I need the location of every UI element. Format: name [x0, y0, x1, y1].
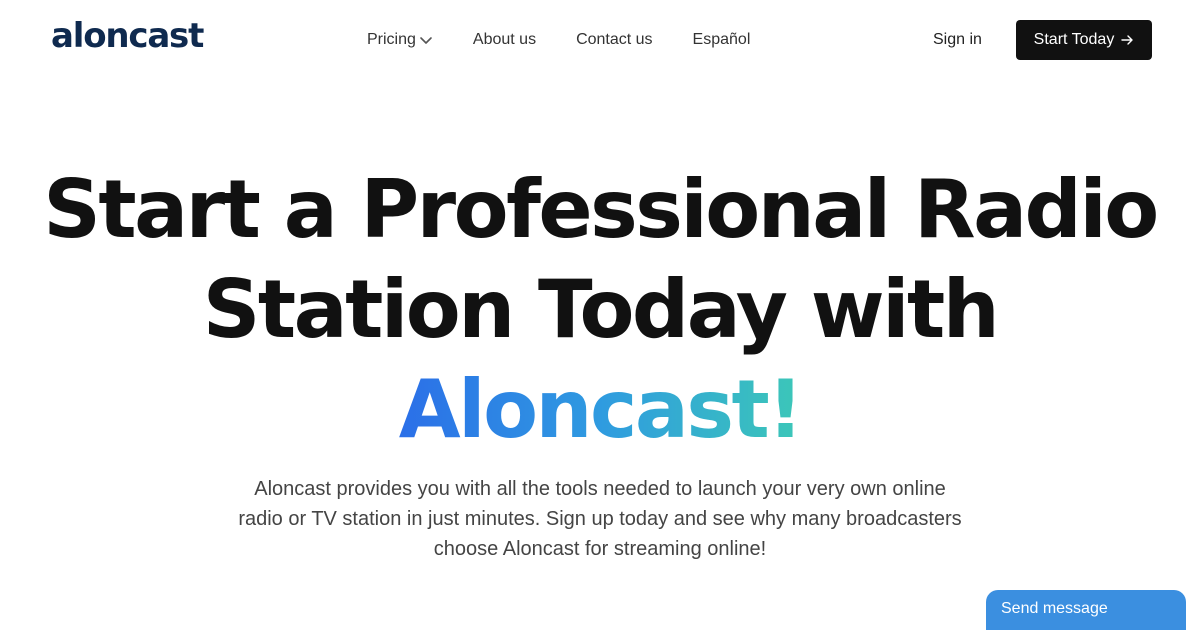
send-message-label: Send message	[1001, 600, 1108, 617]
nav-about-us[interactable]: About us	[473, 28, 536, 52]
hero-title-line-2: Station Today with	[202, 263, 1000, 356]
sign-in-link[interactable]: Sign in	[933, 28, 982, 52]
chevron-down-icon	[420, 37, 432, 44]
hero-title-highlight-line: Aloncast!	[0, 360, 1200, 460]
nav-pricing[interactable]: Pricing	[367, 28, 433, 52]
nav-pricing-label: Pricing	[367, 31, 416, 48]
arrow-right-icon	[1121, 35, 1134, 45]
nav-language-espanol[interactable]: Español	[693, 28, 751, 52]
main-nav: Pricing About us Contact us Español	[367, 28, 750, 52]
send-message-chat-widget[interactable]: Send message	[986, 590, 1186, 630]
nav-contact-us[interactable]: Contact us	[576, 28, 652, 52]
hero-subtitle-line-3: choose Aloncast for streaming online!	[433, 538, 767, 560]
hero-subtitle-line-1: Aloncast provides you with all the tools…	[254, 478, 946, 500]
hero-subtitle-line-2: radio or TV station in just minutes. Sig…	[238, 508, 962, 530]
logo[interactable]: aloncast	[51, 14, 204, 58]
hero-title-line-1: Start a Professional Radio	[43, 163, 1159, 256]
start-today-label: Start Today	[1033, 31, 1115, 48]
site-header: aloncast Pricing About us Contact us Esp…	[0, 0, 1200, 80]
hero-subtitle: Aloncast provides you with all the tools…	[200, 474, 1000, 564]
page: aloncast Pricing About us Contact us Esp…	[0, 0, 1200, 630]
hero-title-brand-highlight: Aloncast!	[398, 363, 804, 456]
start-today-button[interactable]: Start Today	[1016, 20, 1152, 60]
hero-title: Start a Professional Radio Station Today…	[0, 160, 1200, 460]
